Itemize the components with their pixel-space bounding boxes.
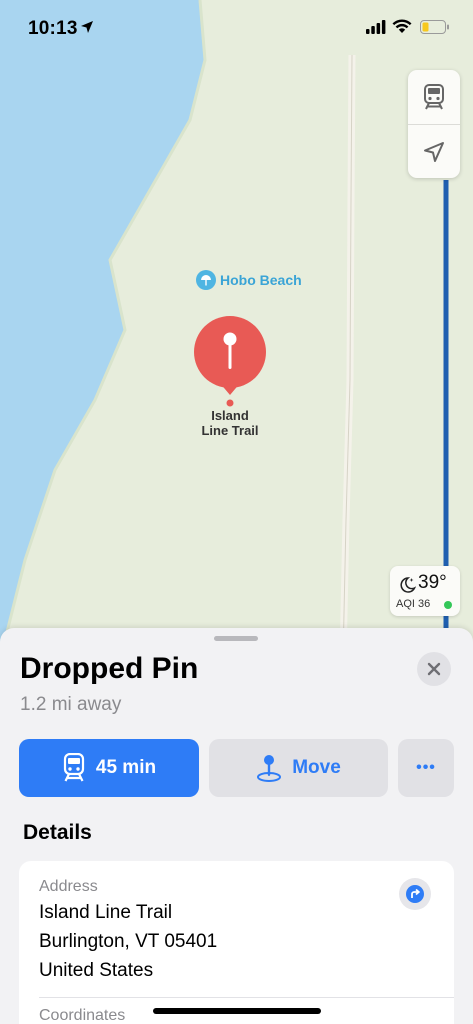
dropped-pin-marker[interactable] (193, 315, 267, 409)
home-indicator[interactable] (153, 1008, 321, 1014)
moon-stars-icon (400, 577, 416, 593)
poi-label: Hobo Beach (220, 272, 302, 288)
status-bar: 10:13 (0, 0, 473, 56)
move-button[interactable]: Move (209, 739, 388, 797)
details-card: Address Island Line Trail Burlington, VT… (19, 861, 454, 1024)
wifi-icon (392, 19, 412, 33)
close-icon (427, 662, 441, 676)
cellular-signal-icon (366, 20, 386, 34)
divider (39, 997, 454, 998)
location-arrow-icon (424, 141, 444, 162)
place-distance: 1.2 mi away (20, 694, 122, 715)
transit-icon (62, 753, 86, 783)
address-line-1[interactable]: Island Line Trail (39, 902, 172, 924)
coordinates-label: Coordinates (39, 1007, 126, 1024)
more-icon: ••• (416, 759, 436, 776)
beach-umbrella-icon (196, 270, 216, 290)
location-arrow-icon (81, 21, 93, 33)
details-heading: Details (23, 821, 92, 844)
battery-low-icon (420, 20, 449, 34)
pin-icon (256, 753, 282, 783)
transit-icon (424, 84, 444, 110)
current-location-button[interactable] (408, 124, 460, 178)
address-line-2[interactable]: Burlington, VT 05401 (39, 931, 217, 953)
status-time: 10:13 (28, 18, 78, 39)
aqi-value: AQI 36 (396, 598, 431, 610)
move-label: Move (292, 757, 341, 778)
pin-label-line1: Island (211, 408, 249, 423)
transit-map-button[interactable] (408, 70, 460, 124)
close-button[interactable] (417, 652, 451, 686)
directions-turn-button[interactable] (399, 878, 431, 910)
weather-widget[interactable]: 39° AQI 36 (390, 566, 460, 616)
aqi-status-dot (444, 601, 452, 609)
sheet-grabber[interactable] (214, 636, 258, 641)
more-button[interactable]: ••• (398, 739, 454, 797)
map-controls (408, 70, 460, 178)
directions-time: 45 min (95, 757, 157, 778)
directions-button[interactable]: 45 min (19, 739, 199, 797)
turn-right-icon (406, 885, 424, 903)
temperature: 39° (418, 572, 447, 593)
pin-label: Island Line Trail (165, 408, 295, 438)
address-line-3[interactable]: United States (39, 960, 153, 982)
place-card-sheet: Dropped Pin 1.2 mi away 45 min Move ••• … (0, 628, 473, 1024)
pin-label-line2: Line Trail (201, 423, 259, 438)
poi-hobo-beach[interactable]: Hobo Beach (196, 270, 302, 290)
place-title: Dropped Pin (20, 652, 199, 685)
address-label: Address (39, 878, 98, 895)
